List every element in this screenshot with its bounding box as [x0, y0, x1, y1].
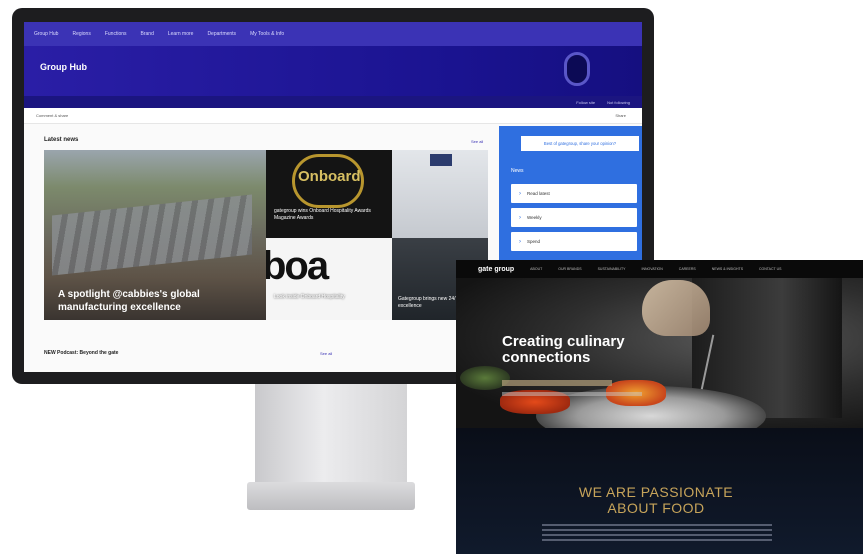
command-bar: Comment & share Share: [24, 108, 642, 124]
news-tile-device[interactable]: [392, 150, 488, 238]
factory-image: [52, 194, 252, 276]
hero-section: Creating culinary connections: [456, 278, 863, 446]
news-tile-awards[interactable]: Onboard gategroup wins Onboard Hospitali…: [266, 150, 392, 238]
body-paragraph: [542, 524, 772, 526]
nav-item[interactable]: Departments: [207, 31, 236, 37]
see-all-link[interactable]: See all: [471, 139, 483, 144]
share-button[interactable]: Share: [615, 113, 626, 118]
comment-share-button[interactable]: Comment & share: [36, 113, 68, 118]
onboard-big-text: boa: [266, 244, 329, 288]
website-nav: gate group ABOUT OUR BRANDS SUSTAINABILI…: [456, 260, 863, 278]
nav-link[interactable]: OUR BRANDS: [558, 267, 581, 271]
nav-link[interactable]: INNOVATION: [642, 267, 663, 271]
arrow-right-icon: ›: [519, 190, 521, 197]
nav-link[interactable]: CAREERS: [679, 267, 696, 271]
arrow-right-icon: ›: [519, 238, 521, 245]
nav-item[interactable]: Brand: [141, 31, 154, 37]
panel-item-label: Weekly: [527, 215, 542, 220]
greens-image: [460, 366, 510, 390]
site-title[interactable]: Group Hub: [40, 62, 87, 72]
nav-item[interactable]: Regions: [72, 31, 90, 37]
top-nav: Group Hub Regions Functions Brand Learn …: [24, 22, 642, 46]
panel-item-label: Spend: [527, 239, 541, 244]
nav-link[interactable]: ABOUT: [530, 267, 542, 271]
panel-item[interactable]: › Read latest: [511, 184, 637, 203]
news-heading: Latest news: [44, 137, 79, 143]
hero-tagline: [502, 380, 612, 386]
arrow-right-icon: ›: [519, 214, 521, 221]
tile-caption: gategroup wins Onboard Hospitality Award…: [274, 208, 371, 221]
nav-item[interactable]: Learn more: [168, 31, 194, 37]
onboard-logo: Onboard: [298, 168, 361, 185]
monitor-base: [247, 482, 415, 510]
device-image: [430, 154, 452, 166]
panel-item[interactable]: › Weekly: [511, 208, 637, 227]
brand-logo[interactable]: gate group: [478, 266, 514, 273]
passion-heading: WE ARE PASSIONATE ABOUT FOOD: [578, 484, 734, 516]
nav-link[interactable]: NEWS & INSIGHTS: [712, 267, 743, 271]
site-banner: Group Hub: [24, 46, 642, 96]
nav-item[interactable]: Functions: [105, 31, 127, 37]
website-screen: gate group ABOUT OUR BRANDS SUSTAINABILI…: [456, 260, 863, 554]
chef-hand-image: [642, 280, 710, 336]
following-status[interactable]: Not following: [607, 100, 630, 105]
site-logo-icon: [564, 52, 590, 86]
news-tile-onboard[interactable]: boa Look inside Onboard Hospitality: [266, 238, 392, 320]
hero-subtext: [502, 392, 642, 396]
follow-site-link[interactable]: Follow site: [576, 100, 595, 105]
panel-news-heading: News: [511, 168, 524, 174]
tile-caption: Look inside Onboard Hospitality: [274, 294, 345, 300]
nav-link[interactable]: CONTACT US: [759, 267, 781, 271]
nav-item[interactable]: My Tools & Info: [250, 31, 284, 37]
news-tile-spotlight[interactable]: A spotlight @cabbies's global manufactur…: [44, 150, 266, 320]
follow-bar: Follow site Not following: [24, 96, 642, 108]
tile-caption: A spotlight @cabbies's global manufactur…: [58, 289, 200, 313]
nav-link[interactable]: SUSTAINABILITY: [598, 267, 626, 271]
hero-title: Creating culinary connections: [502, 333, 625, 366]
podcast-see-all-link[interactable]: See all: [320, 351, 332, 356]
share-opinion-button[interactable]: Best of gategroup, share your opinion?: [521, 136, 639, 151]
panel-item-label: Read latest: [527, 191, 550, 196]
passion-section: WE ARE PASSIONATE ABOUT FOOD: [456, 428, 863, 554]
nav-item[interactable]: Group Hub: [34, 31, 58, 37]
panel-item[interactable]: › Spend: [511, 232, 637, 251]
podcast-title: NEW Podcast: Beyond the gate: [44, 350, 119, 356]
monitor-stand: [255, 384, 407, 484]
